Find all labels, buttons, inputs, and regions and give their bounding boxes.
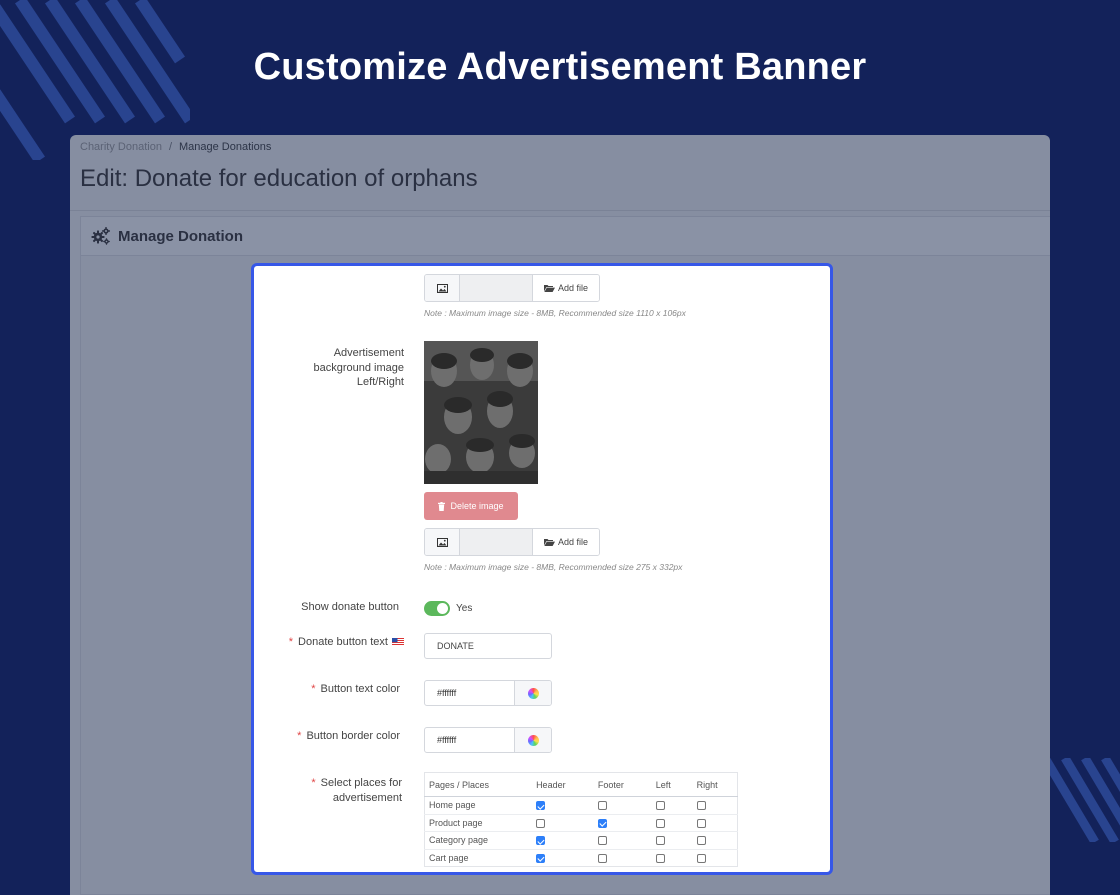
place-checkbox-header[interactable]: [536, 853, 546, 863]
table-row: Category page: [424, 831, 738, 849]
color-picker-button[interactable]: [514, 681, 551, 705]
place-checkbox-right[interactable]: [696, 818, 706, 828]
checkbox-cell: [651, 813, 693, 832]
table-row: Home page: [424, 796, 738, 814]
header-divider: [70, 210, 1050, 211]
checkbox-cell: [692, 848, 738, 867]
decorative-stripes-bottom-right: [1050, 758, 1120, 842]
banner-file-input[interactable]: Add file: [424, 274, 600, 302]
donate-text-input[interactable]: DONATE: [424, 633, 552, 659]
place-checkbox-header[interactable]: [536, 836, 546, 846]
page-title: Edit: Donate for education of orphans: [80, 165, 478, 192]
page-name-cell: Category page: [424, 831, 533, 849]
checkbox-cell: [532, 848, 594, 867]
place-checkbox-footer[interactable]: [597, 801, 607, 811]
bg-image-preview: [424, 341, 538, 484]
checkbox-cell: [692, 796, 738, 814]
folder-open-icon: [543, 539, 555, 546]
show-donate-toggle[interactable]: [424, 601, 450, 616]
promo-headline: Customize Advertisement Banner: [253, 46, 867, 88]
place-checkbox-footer[interactable]: [597, 818, 607, 828]
place-checkbox-footer[interactable]: [597, 853, 607, 863]
checkbox-cell: [593, 813, 652, 832]
text-color-value[interactable]: #ffffff: [425, 681, 514, 705]
donate-text-label: * Donate button text: [274, 635, 404, 650]
place-checkbox-footer[interactable]: [597, 836, 607, 846]
table-row: Product page: [424, 813, 738, 832]
place-checkbox-header[interactable]: [536, 818, 546, 828]
folder-open-icon: [543, 285, 555, 292]
border-color-label: * Button border color: [297, 730, 400, 742]
banner-settings-card: Add file Note : Maximum image size - 8MB…: [251, 263, 833, 875]
places-label: * Select places for advertisement: [311, 777, 402, 804]
checkbox-cell: [692, 831, 738, 849]
place-checkbox-left[interactable]: [655, 836, 665, 846]
add-file-button[interactable]: Add file: [533, 275, 599, 301]
column-header: Pages / Places: [424, 772, 533, 797]
table-row: Cart page: [424, 848, 738, 867]
column-header: Right: [692, 772, 738, 797]
breadcrumb-separator: /: [168, 141, 172, 153]
toggle-knob: [437, 603, 448, 614]
checkbox-cell: [532, 831, 594, 849]
bg-image-file-input[interactable]: Add file: [424, 528, 600, 556]
image-icon: [425, 275, 460, 301]
places-table: Pages / Places Header Footer Left Right …: [424, 772, 738, 867]
delete-image-button[interactable]: Delete image: [424, 492, 518, 520]
image-icon: [425, 529, 460, 555]
gears-icon: [91, 227, 110, 245]
place-checkbox-left[interactable]: [655, 853, 665, 863]
panel-header: Manage Donation: [81, 217, 1050, 256]
checkbox-cell: [692, 813, 738, 832]
text-color-label: * Button text color: [311, 683, 400, 695]
bg-image-label: Advertisement background image Left/Righ…: [313, 347, 404, 388]
panel-title: Manage Donation: [118, 227, 244, 245]
table-header-row: Pages / Places Header Footer Left Right: [424, 772, 738, 797]
places-table-wrap: Pages / Places Header Footer Left Right …: [424, 772, 738, 867]
color-wheel-icon: [527, 687, 539, 699]
border-color-input[interactable]: #ffffff: [424, 727, 552, 753]
place-checkbox-right[interactable]: [696, 801, 706, 811]
text-color-input[interactable]: #ffffff: [424, 680, 552, 706]
file-name-display: [460, 275, 533, 301]
bg-image-size-note: Note : Maximum image size - 8MB, Recomme…: [424, 562, 683, 572]
column-header: Footer: [593, 772, 652, 797]
checkbox-cell: [532, 796, 594, 814]
page-name-cell: Cart page: [424, 848, 533, 867]
breadcrumb-item-manage-donations: Manage Donations: [179, 141, 272, 153]
page-name-cell: Home page: [424, 796, 533, 814]
breadcrumb-item-charity-donation[interactable]: Charity Donation: [80, 141, 162, 153]
checkbox-cell: [651, 796, 693, 814]
color-picker-button[interactable]: [514, 728, 551, 752]
checkbox-cell: [593, 848, 652, 867]
column-header: Header: [532, 772, 594, 797]
checkbox-cell: [532, 813, 594, 832]
add-file-button[interactable]: Add file: [533, 529, 599, 555]
file-name-display: [460, 529, 533, 555]
us-flag-icon: [392, 638, 404, 646]
banner-size-note: Note : Maximum image size - 8MB, Recomme…: [424, 308, 686, 318]
place-checkbox-left[interactable]: [655, 801, 665, 811]
border-color-value[interactable]: #ffffff: [425, 728, 514, 752]
place-checkbox-left[interactable]: [655, 818, 665, 828]
page-name-cell: Product page: [424, 813, 533, 832]
place-checkbox-right[interactable]: [696, 836, 706, 846]
checkbox-cell: [593, 831, 652, 849]
color-wheel-icon: [527, 734, 539, 746]
show-donate-value: Yes: [456, 603, 473, 614]
column-header: Left: [651, 772, 693, 797]
trash-icon: [438, 501, 446, 511]
checkbox-cell: [651, 848, 693, 867]
checkbox-cell: [593, 796, 652, 814]
show-donate-label: Show donate button: [301, 601, 399, 613]
place-checkbox-right[interactable]: [696, 853, 706, 863]
place-checkbox-header[interactable]: [536, 801, 546, 811]
breadcrumb: Charity Donation / Manage Donations: [80, 141, 271, 153]
checkbox-cell: [651, 831, 693, 849]
